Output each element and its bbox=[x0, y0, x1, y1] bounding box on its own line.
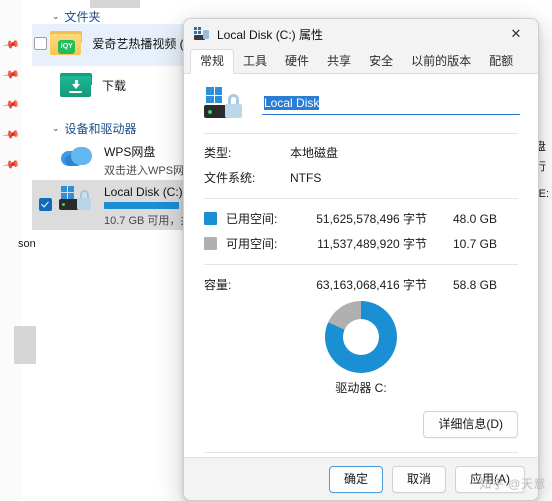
dialog-titlebar[interactable]: Local Disk (C:) 属性 ✕ bbox=[184, 19, 538, 49]
list-item-local-disk[interactable]: Local Disk (C:) 10.7 GB 可用，共 5 bbox=[32, 180, 201, 230]
pin-icon[interactable]: 📌 bbox=[1, 155, 20, 174]
close-icon[interactable]: ✕ bbox=[494, 19, 538, 49]
used-space-label: 已用空间: bbox=[226, 212, 278, 226]
used-space-row: 已用空间: 51,625,578,496 字节 48.0 GB bbox=[184, 206, 538, 231]
donut-ring bbox=[325, 301, 397, 373]
tab-security[interactable]: 安全 bbox=[360, 50, 402, 73]
free-space-label: 可用空间: bbox=[226, 237, 278, 251]
free-space-gb: 10.7 GB bbox=[452, 236, 497, 251]
item-checkbox[interactable] bbox=[38, 198, 52, 211]
group-header-devices[interactable]: ⌄ 设备和驱动器 bbox=[52, 120, 137, 137]
local-disk-icon bbox=[58, 184, 96, 214]
drive-label: 驱动器 C: bbox=[335, 381, 387, 395]
tab-sharing[interactable]: 共享 bbox=[318, 50, 360, 73]
pin-icon[interactable]: 📌 bbox=[1, 35, 20, 54]
ok-button[interactable]: 确定 bbox=[328, 465, 383, 493]
group-label: 设备和驱动器 bbox=[64, 122, 137, 136]
free-space-swatch-icon bbox=[204, 237, 217, 250]
chevron-down-icon: ⌄ bbox=[52, 11, 60, 21]
capacity-row: 容量: 63,163,068,416 字节 58.8 GB bbox=[184, 272, 538, 297]
clipped-left-text: son bbox=[18, 238, 36, 250]
tab-previous-versions[interactable]: 以前的版本 bbox=[402, 50, 480, 73]
device-sub: 双击进入WPS网盘 bbox=[104, 165, 196, 177]
disk-usage-donut-chart: 驱动器 C: bbox=[184, 301, 538, 407]
tab-quota[interactable]: 配额 bbox=[480, 50, 522, 73]
tab-general[interactable]: 常规 bbox=[190, 49, 235, 74]
chevron-down-icon: ⌄ bbox=[52, 123, 60, 133]
apply-button[interactable]: 应用(A) bbox=[455, 465, 525, 493]
info-key: 类型: bbox=[204, 146, 232, 160]
tab-hardware[interactable]: 硬件 bbox=[276, 50, 318, 73]
dialog-footer: 确定 取消 应用(A) bbox=[184, 457, 538, 500]
wps-cloud-icon bbox=[58, 142, 96, 172]
info-row-type: 类型: 本地磁盘 bbox=[184, 140, 538, 165]
clipped-left-block bbox=[14, 326, 36, 364]
folder-download-icon bbox=[58, 70, 94, 100]
clipped-top-block bbox=[90, 0, 140, 8]
used-space-swatch-icon bbox=[204, 212, 217, 225]
device-name: WPS网盘 bbox=[104, 145, 156, 159]
info-value: NTFS bbox=[290, 170, 322, 185]
pin-icon[interactable]: 📌 bbox=[1, 125, 20, 144]
capacity-label: 容量: bbox=[204, 278, 232, 292]
info-key: 文件系统: bbox=[204, 171, 256, 185]
capacity-gb: 58.8 GB bbox=[452, 277, 497, 292]
list-item[interactable]: iQY 爱奇艺热播视频 (32 bbox=[32, 24, 197, 66]
volume-name-row bbox=[184, 74, 538, 133]
group-header-folders[interactable]: ⌄ 文件夹 bbox=[52, 8, 101, 25]
list-item-wps-cloud[interactable]: WPS网盘 双击进入WPS网盘 bbox=[32, 138, 200, 182]
cancel-button[interactable]: 取消 bbox=[391, 465, 446, 493]
pin-icon[interactable]: 📌 bbox=[1, 65, 20, 84]
general-tab-panel: 类型: 本地磁盘 文件系统: NTFS 已用空间: 51,625,578,496… bbox=[184, 74, 538, 500]
iqiyi-badge-icon: iQY bbox=[58, 40, 76, 54]
disk-properties-dialog: Local Disk (C:) 属性 ✕ 常规 工具 硬件 共享 安全 以前的版… bbox=[183, 18, 539, 501]
local-disk-icon bbox=[194, 27, 210, 41]
volume-name-input[interactable] bbox=[262, 93, 520, 115]
group-label: 文件夹 bbox=[64, 10, 101, 24]
details-button[interactable]: 详细信息(D) bbox=[423, 411, 518, 438]
local-disk-icon bbox=[204, 87, 248, 121]
item-checkbox[interactable] bbox=[33, 36, 47, 50]
list-item[interactable]: 下载 bbox=[32, 66, 197, 108]
tab-bar: 常规 工具 硬件 共享 安全 以前的版本 配额 bbox=[184, 49, 538, 74]
details-row: 详细信息(D) bbox=[184, 407, 538, 438]
tab-tools[interactable]: 工具 bbox=[234, 50, 276, 73]
pin-rail: 📌 📌 📌 📌 📌 bbox=[0, 0, 22, 500]
free-space-row: 可用空间: 11,537,489,920 字节 10.7 GB bbox=[184, 231, 538, 256]
dialog-title: Local Disk (C:) 属性 bbox=[217, 27, 324, 42]
folder-yellow-icon: iQY bbox=[48, 28, 84, 58]
free-space-bytes: 11,537,489,920 字节 bbox=[317, 237, 427, 251]
used-space-gb: 48.0 GB bbox=[452, 211, 497, 226]
folder-name: 爱奇艺热播视频 (32 bbox=[92, 37, 197, 51]
used-space-bytes: 51,625,578,496 字节 bbox=[316, 212, 427, 226]
folder-name: 下载 bbox=[102, 79, 127, 93]
pin-icon[interactable]: 📌 bbox=[1, 95, 20, 114]
info-value: 本地磁盘 bbox=[290, 146, 339, 160]
info-row-filesystem: 文件系统: NTFS bbox=[184, 165, 538, 190]
capacity-bytes: 63,163,068,416 字节 bbox=[316, 278, 427, 292]
